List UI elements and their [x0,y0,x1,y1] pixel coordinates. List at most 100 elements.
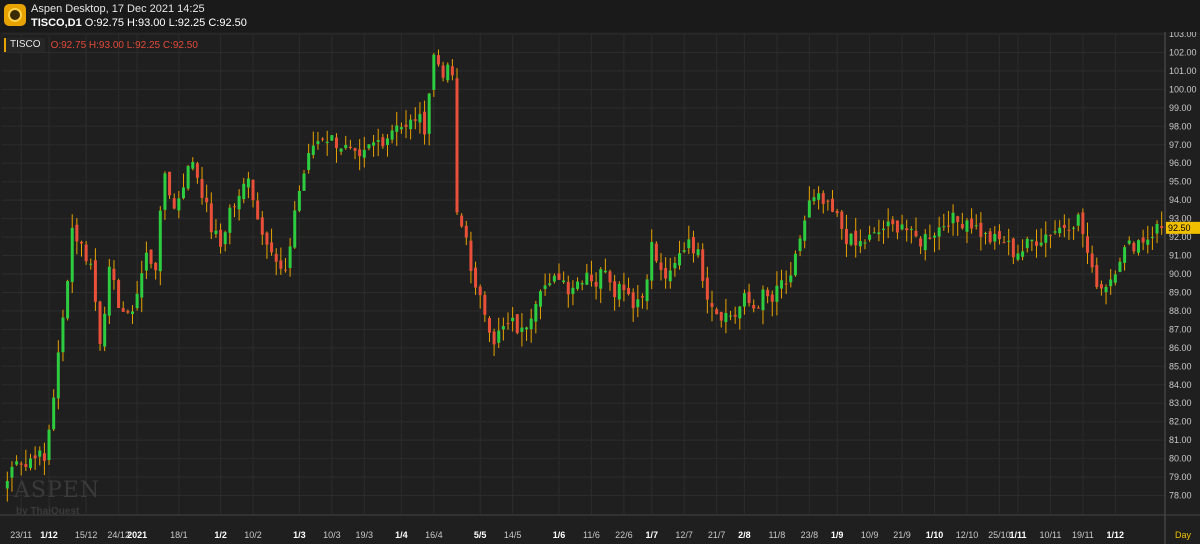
candle-body [163,173,167,210]
candle-body [826,200,830,202]
candle-body [1118,261,1122,272]
candle [409,114,413,140]
candle [608,269,612,291]
candle [946,210,950,233]
candle-body [89,263,93,265]
candle [103,306,107,352]
candle [956,215,960,236]
candle [909,226,913,244]
x-tick-label: 1/12 [40,530,58,540]
candle [807,186,811,218]
candle [613,274,617,311]
symbol-legend[interactable]: TISCO O:92.75 H:93.00 L:92.25 C:92.50 [4,38,198,52]
candle-body [144,252,148,271]
y-tick-label: 87.00 [1169,324,1192,334]
candle [988,228,992,245]
x-tick-label: 10/11 [1039,530,1061,540]
candle-body [1095,264,1099,288]
candle-body [316,141,320,144]
candle-body [56,352,60,399]
y-tick-label: 94.00 [1169,195,1192,205]
candle [678,240,682,270]
candle-body [715,309,719,315]
candle-body [682,250,686,252]
legend-ohlc-values: O:92.75 H:93.00 L:92.25 C:92.50 [50,39,198,51]
candle-body [613,281,617,298]
candle [501,317,505,341]
candle-body [293,210,297,248]
y-tick-label: 88.00 [1169,306,1192,316]
candle-body [219,229,223,247]
candle [1155,220,1159,244]
candle-body [279,260,283,269]
candle [895,220,899,240]
candle-body [93,260,97,302]
candle [418,102,422,134]
candle [627,277,631,296]
candle [423,100,427,145]
candle [1086,222,1090,265]
candle-body [636,299,640,308]
price-chart[interactable]: 78.00 79.00 80.00 81.00 82.00 83.00 84.00 85.00… [0,32,1200,544]
candle [974,214,978,230]
candle [1160,211,1164,235]
candle-body [344,144,348,149]
candle [515,314,519,335]
candle [265,231,269,259]
candle-body [15,461,19,465]
candle [455,68,459,216]
candle [914,217,918,238]
candle [631,288,635,322]
candle [534,300,538,334]
candle-body [38,450,42,457]
candle-body [404,124,408,127]
candle [538,289,542,320]
candle-body [339,148,343,152]
candle-body [594,281,598,287]
candle-body [228,207,232,233]
candle [1076,212,1080,232]
candle-body [1030,239,1034,242]
candle [339,148,343,156]
candle [1099,280,1103,296]
candle-body [214,230,218,235]
candle-body [1048,234,1052,236]
candle [789,261,793,288]
candle-body [376,140,380,142]
candle-body [766,289,770,297]
candle [316,131,320,150]
candle-body [589,274,593,282]
candle-body [168,171,172,196]
candle [766,287,770,304]
candle-body [923,234,927,251]
candle-body [905,228,909,231]
legend-symbol[interactable]: TISCO [4,38,45,52]
candle-body [497,330,501,343]
candle-body [103,313,107,347]
x-tick-label: 21/9 [893,530,911,540]
candle [719,311,723,328]
candle [603,258,607,274]
candle [636,285,640,318]
candle [107,258,111,325]
candle [353,147,357,160]
candle-body [678,253,682,266]
candle [617,281,621,308]
candle-body [729,315,733,317]
candle [979,212,983,251]
aspen-logo-icon [4,4,26,26]
candle-body [353,148,357,151]
candle-body [1081,212,1085,235]
candle [1150,226,1154,250]
candle [260,210,264,246]
candle [191,157,195,171]
candle-body [798,238,802,251]
candle-body [965,220,969,232]
candle [1016,244,1020,262]
candle [228,204,232,245]
candle [701,243,705,288]
candle [274,248,278,276]
candle [381,133,385,149]
candle [52,389,56,432]
candle [121,301,125,312]
